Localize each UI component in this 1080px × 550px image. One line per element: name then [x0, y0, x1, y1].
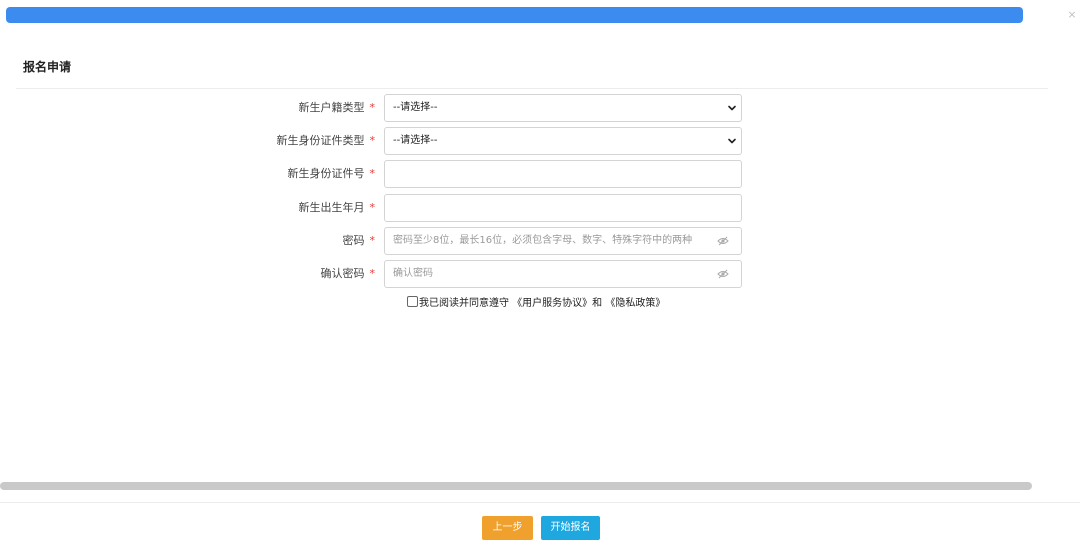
- hukou-type-select[interactable]: --请选择--: [384, 94, 742, 122]
- section-divider: [16, 88, 1048, 89]
- required-mark: *: [369, 134, 376, 147]
- field-label: 新生户籍类型 *: [299, 94, 376, 122]
- required-mark: *: [369, 167, 376, 180]
- field-label-text: 新生出生年月: [298, 201, 365, 214]
- confirm-password-placeholder: 确认密码: [393, 268, 433, 279]
- form-row-birth-date: 新生出生年月 *: [0, 194, 1080, 222]
- field-label: 确认密码 *: [321, 260, 376, 288]
- field-label-text: 密码: [342, 234, 365, 247]
- required-mark: *: [369, 101, 376, 114]
- form-row-id-number: 新生身份证件号 *: [0, 160, 1080, 188]
- id-type-select[interactable]: --请选择--: [384, 127, 742, 155]
- section-title: 报名申请: [23, 60, 72, 74]
- eye-slash-icon[interactable]: [717, 236, 729, 246]
- horizontal-scrollbar[interactable]: [0, 482, 1032, 490]
- prev-step-button[interactable]: 上一步: [482, 516, 533, 540]
- form-row-confirm-password: 确认密码 * 确认密码: [0, 260, 1080, 288]
- form-row-password: 密码 * 密码至少8位，最长16位，必须包含字母、数字、特殊字符中的两种: [0, 227, 1080, 255]
- field-label: 新生身份证件类型 *: [277, 127, 376, 155]
- top-progress-bar: [6, 7, 1023, 23]
- select-value: --请选择--: [393, 102, 438, 113]
- field-label-text: 确认密码: [320, 267, 365, 280]
- field-label-text: 新生身份证件类型: [276, 134, 365, 147]
- select-value: --请选择--: [393, 135, 438, 146]
- agreement: 我已阅读并同意遵守 《用户服务协议》和 《隐私政策》: [407, 296, 665, 310]
- required-mark: *: [369, 267, 376, 280]
- password-input[interactable]: 密码至少8位，最长16位，必须包含字母、数字、特殊字符中的两种: [384, 227, 742, 255]
- password-placeholder: 密码至少8位，最长16位，必须包含字母、数字、特殊字符中的两种: [393, 235, 693, 246]
- chevron-down-icon: [728, 138, 736, 144]
- eye-slash-icon[interactable]: [717, 269, 729, 279]
- id-number-input[interactable]: [384, 160, 742, 188]
- chevron-down-icon: [728, 105, 736, 111]
- field-label: 新生身份证件号 *: [288, 160, 376, 188]
- required-mark: *: [369, 201, 376, 214]
- field-label-text: 新生身份证件号: [287, 167, 365, 180]
- footer-divider: [0, 502, 1080, 503]
- confirm-password-input[interactable]: 确认密码: [384, 260, 742, 288]
- required-mark: *: [369, 234, 376, 247]
- form-row-id-type: 新生身份证件类型 * --请选择--: [0, 127, 1080, 155]
- field-label: 密码 *: [343, 227, 376, 255]
- start-registration-button[interactable]: 开始报名: [541, 516, 600, 540]
- close-icon[interactable]: ×: [1066, 8, 1078, 22]
- form-row-hukou-type: 新生户籍类型 * --请选择--: [0, 94, 1080, 122]
- birth-date-input[interactable]: [384, 194, 742, 222]
- agreement-text[interactable]: 我已阅读并同意遵守 《用户服务协议》和 《隐私政策》: [419, 298, 665, 309]
- agreement-checkbox[interactable]: [407, 296, 418, 307]
- field-label: 新生出生年月 *: [299, 194, 376, 222]
- field-label-text: 新生户籍类型: [298, 101, 365, 114]
